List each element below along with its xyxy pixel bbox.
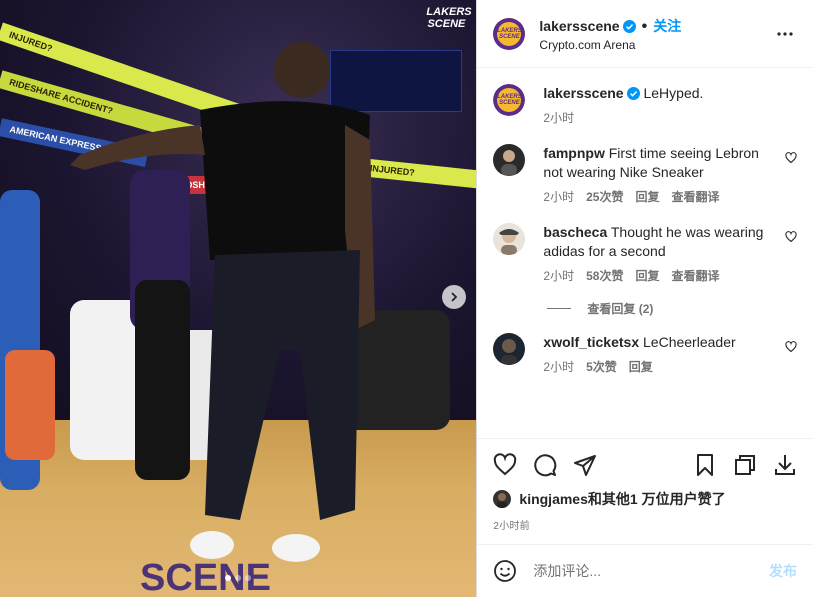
like-button[interactable] [493,453,517,477]
timestamp[interactable]: 2小时 [543,267,574,286]
comment-body: bascheca Thought he was wearing adidas f… [543,223,797,286]
location-link[interactable]: Crypto.com Arena [539,38,773,52]
translate-button[interactable]: 查看翻译 [671,188,719,207]
translate-button[interactable]: 查看翻译 [671,267,719,286]
heart-icon[interactable] [785,231,797,243]
post-timestamp[interactable]: 2小时前 [493,517,797,532]
post-side-panel: LAKERS SCENE lakersscene • 关注 Crypto.com Ar… [476,0,813,597]
heart-icon[interactable] [785,341,797,353]
share-button[interactable] [573,453,597,477]
post-viewer: INJURED? RIDESHARE ACCIDENT? INJURED? AM… [0,0,813,597]
comment-meta: 2小时 58次赞 回复 查看翻译 [543,267,775,286]
comments-list[interactable]: LAKERS SCENE lakersscene LeHyped. 2小时 fam… [477,68,813,438]
username-link[interactable]: bascheca [543,224,607,240]
caption-text: LeHyped. [643,85,704,101]
slide-indicator [0,575,476,581]
avatar[interactable] [493,144,526,176]
comment-item: bascheca Thought he was wearing adidas f… [493,223,797,286]
comment-meta: 2小时 5次赞 回复 [543,358,775,377]
lakers-scene-logo: LAKERS SCENE [497,21,522,46]
comment-item: xwolf_ticketsx LeCheerleader 2小时 5次赞 回复 [493,333,797,377]
follow-button[interactable]: 关注 [653,18,681,34]
avatar[interactable] [493,333,526,365]
post-comment-button[interactable]: 发布 [769,561,797,581]
timestamp[interactable]: 2小时 [543,358,574,377]
likes-text: 和其他1 万位用户赞了 [587,491,726,507]
emoji-icon[interactable] [493,559,517,583]
verified-badge-icon [626,87,640,100]
avatar[interactable]: LAKERS SCENE [493,17,526,50]
user-avatar-icon [497,493,508,508]
timestamp[interactable]: 2小时 [543,109,574,128]
download-icon [775,455,795,475]
lakers-scene-logo: LAKERS SCENE [426,6,472,30]
slide-dot [245,575,252,581]
heart-icon [494,453,517,476]
comment-body: fampnpw First time seeing Lebron not wea… [543,144,797,207]
like-count[interactable]: 5次赞 [586,358,617,377]
more-options-button[interactable] [773,22,797,46]
view-replies-button[interactable]: 查看回复 (2) [547,300,797,317]
more-horizontal-icon [777,31,793,36]
comment-body: xwolf_ticketsx LeCheerleader 2小时 5次赞 回复 [543,333,797,377]
post-header: LAKERS SCENE lakersscene • 关注 Crypto.com Ar… [477,0,813,68]
comment-meta: 2小时 25次赞 回复 查看翻译 [543,188,775,207]
slide-dot [235,575,242,581]
username-link[interactable]: lakersscene [539,18,619,34]
action-icons [493,445,797,485]
heart-icon[interactable] [785,152,797,164]
divider [547,308,572,309]
comment-text: LeCheerleader [643,334,736,350]
comment-item: fampnpw First time seeing Lebron not wea… [493,144,797,207]
caption-body: lakersscene LeHyped. 2小时 [543,84,797,128]
download-button[interactable] [773,453,797,477]
avatar[interactable] [493,490,512,508]
slide-dot [225,575,232,581]
user-avatar-icon [499,229,520,255]
reply-button[interactable]: 回复 [629,358,653,377]
header-text: lakersscene • 关注 Crypto.com Arena [539,16,773,52]
post-image[interactable]: INJURED? RIDESHARE ACCIDENT? INJURED? AM… [0,0,477,597]
chevron-right-icon [451,292,458,302]
share-icon [574,455,597,476]
player-figure: SCENE [0,42,450,597]
comment-button[interactable] [533,453,557,477]
timestamp[interactable]: 2小时 [543,188,574,207]
action-bar: kingjames 和其他1 万位用户赞了 2小时前 [477,438,813,532]
separator: • [641,17,648,35]
comment-input[interactable] [531,562,769,580]
save-button[interactable] [693,453,717,477]
avatar[interactable] [493,223,526,255]
caption-meta: 2小时 [543,109,797,128]
username-link[interactable]: xwolf_ticketsx [543,334,639,350]
likes-user[interactable]: kingjames [519,491,587,507]
copy-button[interactable] [733,453,757,477]
next-slide-button[interactable] [442,285,466,309]
reply-button[interactable]: 回复 [635,188,659,207]
comment-composer: 发布 [477,544,813,597]
like-count[interactable]: 25次赞 [586,188,623,207]
like-count[interactable]: 58次赞 [586,267,623,286]
user-avatar-icon [501,339,518,365]
username-link[interactable]: lakersscene [543,85,623,101]
lakers-scene-logo: LAKERS SCENE [497,88,522,112]
view-replies-label: 查看回复 (2) [587,302,654,316]
user-avatar-icon [501,150,518,176]
username-link[interactable]: fampnpw [543,145,604,161]
post-caption: LAKERS SCENE lakersscene LeHyped. 2小时 [493,84,797,128]
reply-button[interactable]: 回复 [635,267,659,286]
likes-summary[interactable]: kingjames 和其他1 万位用户赞了 [493,489,797,509]
verified-badge-icon [622,19,636,33]
avatar[interactable]: LAKERS SCENE [493,84,526,116]
copy-icon [735,455,755,475]
comment-icon [534,454,557,477]
bookmark-icon [697,454,713,476]
